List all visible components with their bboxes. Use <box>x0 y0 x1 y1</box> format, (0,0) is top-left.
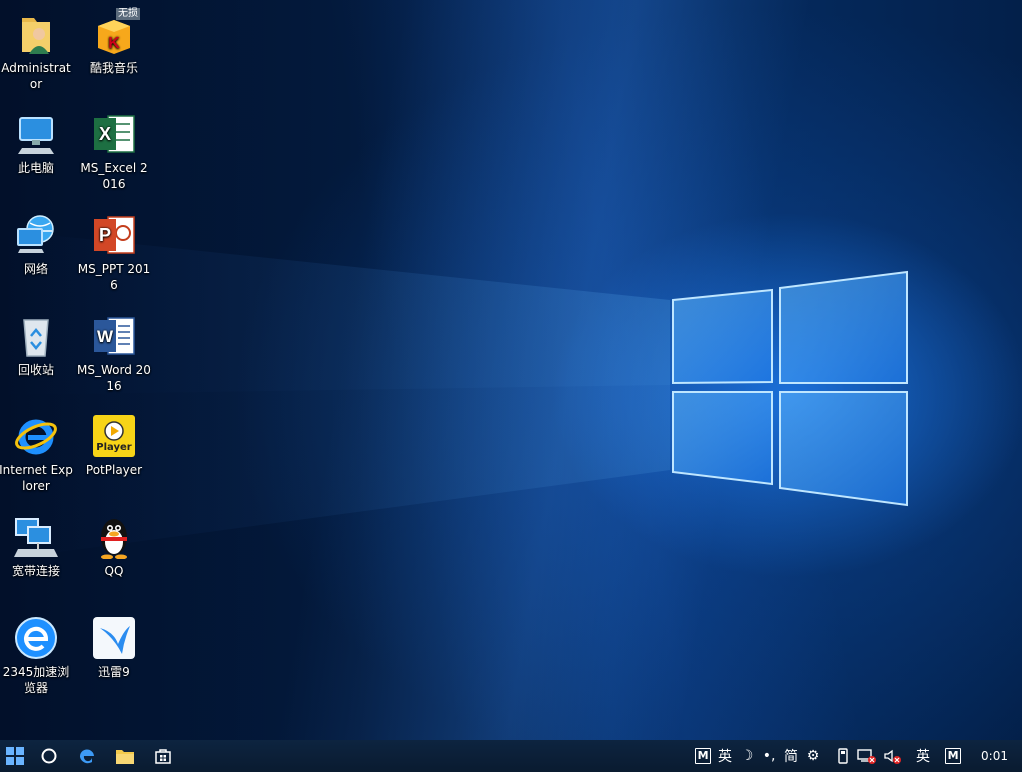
qq-penguin-icon <box>92 515 136 560</box>
desktop-icon-administrator[interactable]: Administrator <box>0 12 74 92</box>
desktop-icon-broadband[interactable]: 宽带连接 <box>0 515 74 579</box>
ime-moon-icon[interactable]: ☽ <box>739 746 755 766</box>
edge-icon <box>79 749 94 764</box>
windows-logo-wallpaper <box>0 230 908 560</box>
desktop[interactable]: Administrator 此电脑 网络 回收站 Internet Explor… <box>0 0 1022 772</box>
cortana-search-icon <box>41 748 57 764</box>
word-icon: W <box>92 314 136 358</box>
computer-icon <box>14 112 58 156</box>
potplayer-badge: Player <box>96 442 132 453</box>
network-disconnected-icon[interactable] <box>857 746 877 766</box>
usb-icon[interactable] <box>835 746 851 766</box>
system-tray: M 英 ☽ •, 简 ⚙ 英 M 0:01 <box>695 746 1022 766</box>
taskbar-clock[interactable]: 0:01 <box>967 749 1016 763</box>
svg-text:X: X <box>99 124 111 144</box>
start-button[interactable] <box>0 740 30 772</box>
powerpoint-icon: P <box>92 213 136 257</box>
broadband-icon <box>14 515 58 559</box>
volume-muted-icon[interactable] <box>883 746 903 766</box>
edge-button[interactable] <box>68 740 106 772</box>
store-button[interactable] <box>144 740 182 772</box>
kuwo-music-icon: K 无损 <box>92 8 140 56</box>
file-explorer-icon <box>116 750 134 764</box>
svg-text:P: P <box>99 225 111 245</box>
desktop-icon-internet-explorer[interactable]: Internet Explorer <box>0 414 74 494</box>
internet-explorer-icon <box>14 414 58 458</box>
desktop-icon-network[interactable]: 网络 <box>0 213 74 277</box>
desktop-icon-recycle-bin[interactable]: 回收站 <box>0 314 74 378</box>
ime-m-button[interactable]: M <box>695 746 712 766</box>
ime-language-button[interactable]: 英 <box>717 746 733 766</box>
desktop-icon-word[interactable]: W MS_Word 2016 <box>76 314 152 394</box>
ime-simplified-button[interactable]: 简 <box>783 746 799 766</box>
desktop-icon-qq[interactable]: QQ <box>76 515 152 579</box>
excel-icon: X <box>92 112 136 156</box>
start-icon <box>6 747 24 765</box>
recycle-bin-icon <box>14 314 58 358</box>
kuwo-badge: 无损 <box>116 8 140 20</box>
desktop-icon-powerpoint[interactable]: P MS_PPT 2016 <box>76 213 152 293</box>
user-folder-icon <box>14 12 58 56</box>
network-icon <box>14 213 58 257</box>
svg-text:K: K <box>108 35 120 52</box>
file-explorer-button[interactable] <box>106 740 144 772</box>
xunlei-icon <box>92 616 136 660</box>
cortana-search-button[interactable] <box>30 740 68 772</box>
ime-settings-gear-icon[interactable]: ⚙ <box>805 746 821 766</box>
m-indicator-button[interactable]: M <box>945 746 962 766</box>
desktop-icon-excel[interactable]: X MS_Excel 2016 <box>76 112 152 192</box>
desktop-icon-this-pc[interactable]: 此电脑 <box>0 112 74 176</box>
desktop-icon-xunlei[interactable]: 迅雷9 <box>76 616 152 680</box>
ime-punctuation-button[interactable]: •, <box>761 746 777 766</box>
desktop-icon-potplayer[interactable]: Player PotPlayer <box>76 414 152 478</box>
potplayer-icon: Player <box>92 414 136 458</box>
svg-text:W: W <box>97 327 114 346</box>
desktop-icon-2345-browser[interactable]: 2345加速浏览器 <box>0 616 74 696</box>
desktop-icon-kuwo-music[interactable]: K 无损 酷我音乐 <box>76 8 152 76</box>
store-icon <box>155 749 171 764</box>
browser-2345-icon <box>14 616 58 660</box>
taskbar: M 英 ☽ •, 简 ⚙ 英 M 0:01 <box>0 740 1022 772</box>
input-language-indicator[interactable]: 英 <box>915 746 931 766</box>
